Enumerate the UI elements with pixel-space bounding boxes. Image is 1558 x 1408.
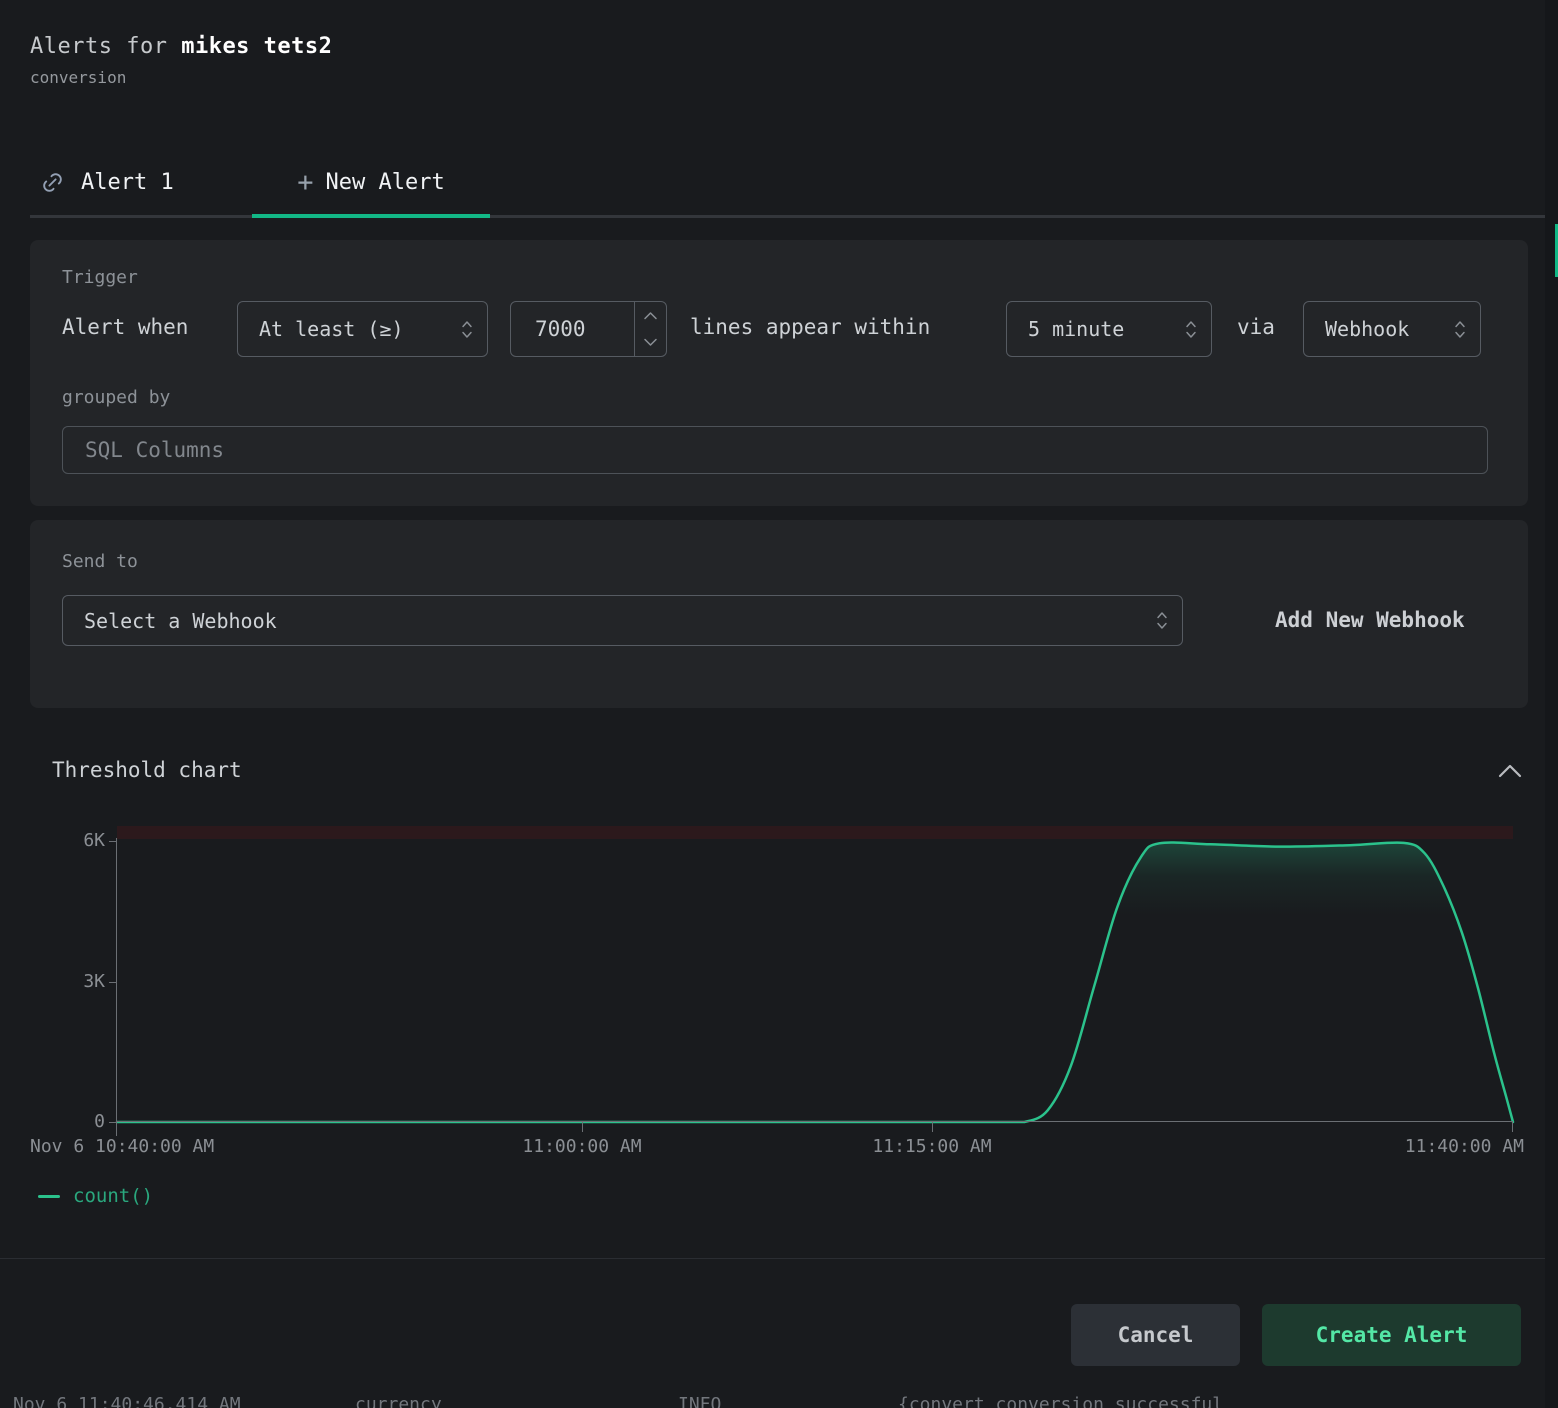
trigger-panel: Trigger Alert when At least (≥) lines ap xyxy=(30,240,1528,506)
spinner-down-button[interactable] xyxy=(635,329,666,356)
background-log-row: Nov 6 11:40:46.414 AM currency INFO {con… xyxy=(0,1394,1558,1408)
page-title-prefix: Alerts for xyxy=(30,34,181,59)
x-axis-label: 11:15:00 AM xyxy=(872,1136,991,1157)
alert-when-text: Alert when xyxy=(62,315,188,339)
page-title-name: mikes tets2 xyxy=(181,34,332,59)
x-axis-tick xyxy=(932,1122,933,1132)
channel-select-value: Webhook xyxy=(1304,317,1409,341)
webhook-select-placeholder: Select a Webhook xyxy=(63,609,277,633)
y-axis-label: 0 xyxy=(57,1111,105,1133)
group-by-columns-input[interactable] xyxy=(62,426,1488,474)
chevron-updown-icon xyxy=(1156,610,1182,631)
chart-plot xyxy=(117,826,1513,1122)
create-alert-button[interactable]: Create Alert xyxy=(1262,1304,1521,1366)
via-text: via xyxy=(1237,315,1275,339)
comparator-select[interactable]: At least (≥) xyxy=(237,301,488,357)
modal-header: Alerts for mikes tets2 conversion xyxy=(30,34,332,87)
log-service: currency xyxy=(355,1394,442,1408)
y-axis-label: 6K xyxy=(57,830,105,852)
threshold-number-input[interactable] xyxy=(511,302,634,356)
add-new-webhook-button[interactable]: Add New Webhook xyxy=(1245,595,1495,646)
log-message: {convert conversion successful xyxy=(898,1394,1223,1408)
legend-series-name: count() xyxy=(73,1185,153,1207)
send-to-panel: Send to Select a Webhook Add New Webhook xyxy=(30,520,1528,708)
log-timestamp: Nov 6 11:40:46.414 AM xyxy=(13,1394,241,1408)
scrollbar-track[interactable] xyxy=(1545,0,1558,1408)
x-axis-tick xyxy=(1512,1122,1513,1132)
comparator-select-value: At least (≥) xyxy=(238,317,404,341)
tab-new-alert-label: New Alert xyxy=(326,170,445,195)
lines-appear-text: lines appear within xyxy=(690,315,930,339)
threshold-number-field xyxy=(510,301,667,357)
time-window-select[interactable]: 5 minute xyxy=(1006,301,1212,357)
send-to-label: Send to xyxy=(62,551,138,572)
collapse-section-button[interactable] xyxy=(1492,758,1528,786)
webhook-select[interactable]: Select a Webhook xyxy=(62,595,1183,646)
y-axis-tick xyxy=(109,1122,117,1123)
chevron-updown-icon xyxy=(1185,319,1211,340)
y-axis-label: 3K xyxy=(57,971,105,993)
time-window-select-value: 5 minute xyxy=(1007,317,1124,341)
tab-alert-1-label: Alert 1 xyxy=(81,170,174,195)
cancel-button[interactable]: Cancel xyxy=(1071,1304,1240,1366)
y-axis-tick xyxy=(109,841,117,842)
chevron-updown-icon xyxy=(1454,319,1480,340)
y-axis-line xyxy=(116,838,117,1136)
chart-area-fill xyxy=(117,842,1513,1122)
x-axis-label: 11:00:00 AM xyxy=(522,1136,641,1157)
y-axis-tick xyxy=(109,982,117,983)
spinner-up-button[interactable] xyxy=(635,302,666,329)
tabs-active-indicator xyxy=(252,214,490,218)
legend-line-swatch xyxy=(38,1195,60,1198)
page-subtitle: conversion xyxy=(30,68,332,87)
threshold-chart: 03K6K Nov 6 10:40:00 AM 11:00:00 AM 11:1… xyxy=(117,826,1513,1122)
x-axis-line xyxy=(117,1121,1513,1122)
chevron-updown-icon xyxy=(461,319,487,340)
x-axis-label: 11:40:00 AM xyxy=(1405,1136,1524,1157)
trigger-section-label: Trigger xyxy=(62,267,138,288)
tab-new-alert[interactable]: + New Alert xyxy=(252,150,490,214)
number-spinner xyxy=(634,302,666,356)
threshold-chart-title: Threshold chart xyxy=(52,758,242,782)
page-title: Alerts for mikes tets2 xyxy=(30,34,332,59)
footer-divider xyxy=(0,1258,1558,1259)
tab-alert-1[interactable]: Alert 1 xyxy=(40,150,174,214)
chart-legend: count() xyxy=(38,1185,153,1207)
x-axis-label: Nov 6 10:40:00 AM xyxy=(30,1136,214,1157)
x-axis-tick xyxy=(582,1122,583,1132)
alert-modal: Alerts for mikes tets2 conversion Alert … xyxy=(0,0,1558,1408)
grouped-by-label: grouped by xyxy=(62,387,170,408)
channel-select[interactable]: Webhook xyxy=(1303,301,1481,357)
log-level: INFO xyxy=(678,1394,721,1408)
plus-icon: + xyxy=(297,169,313,196)
link-icon xyxy=(40,170,65,195)
